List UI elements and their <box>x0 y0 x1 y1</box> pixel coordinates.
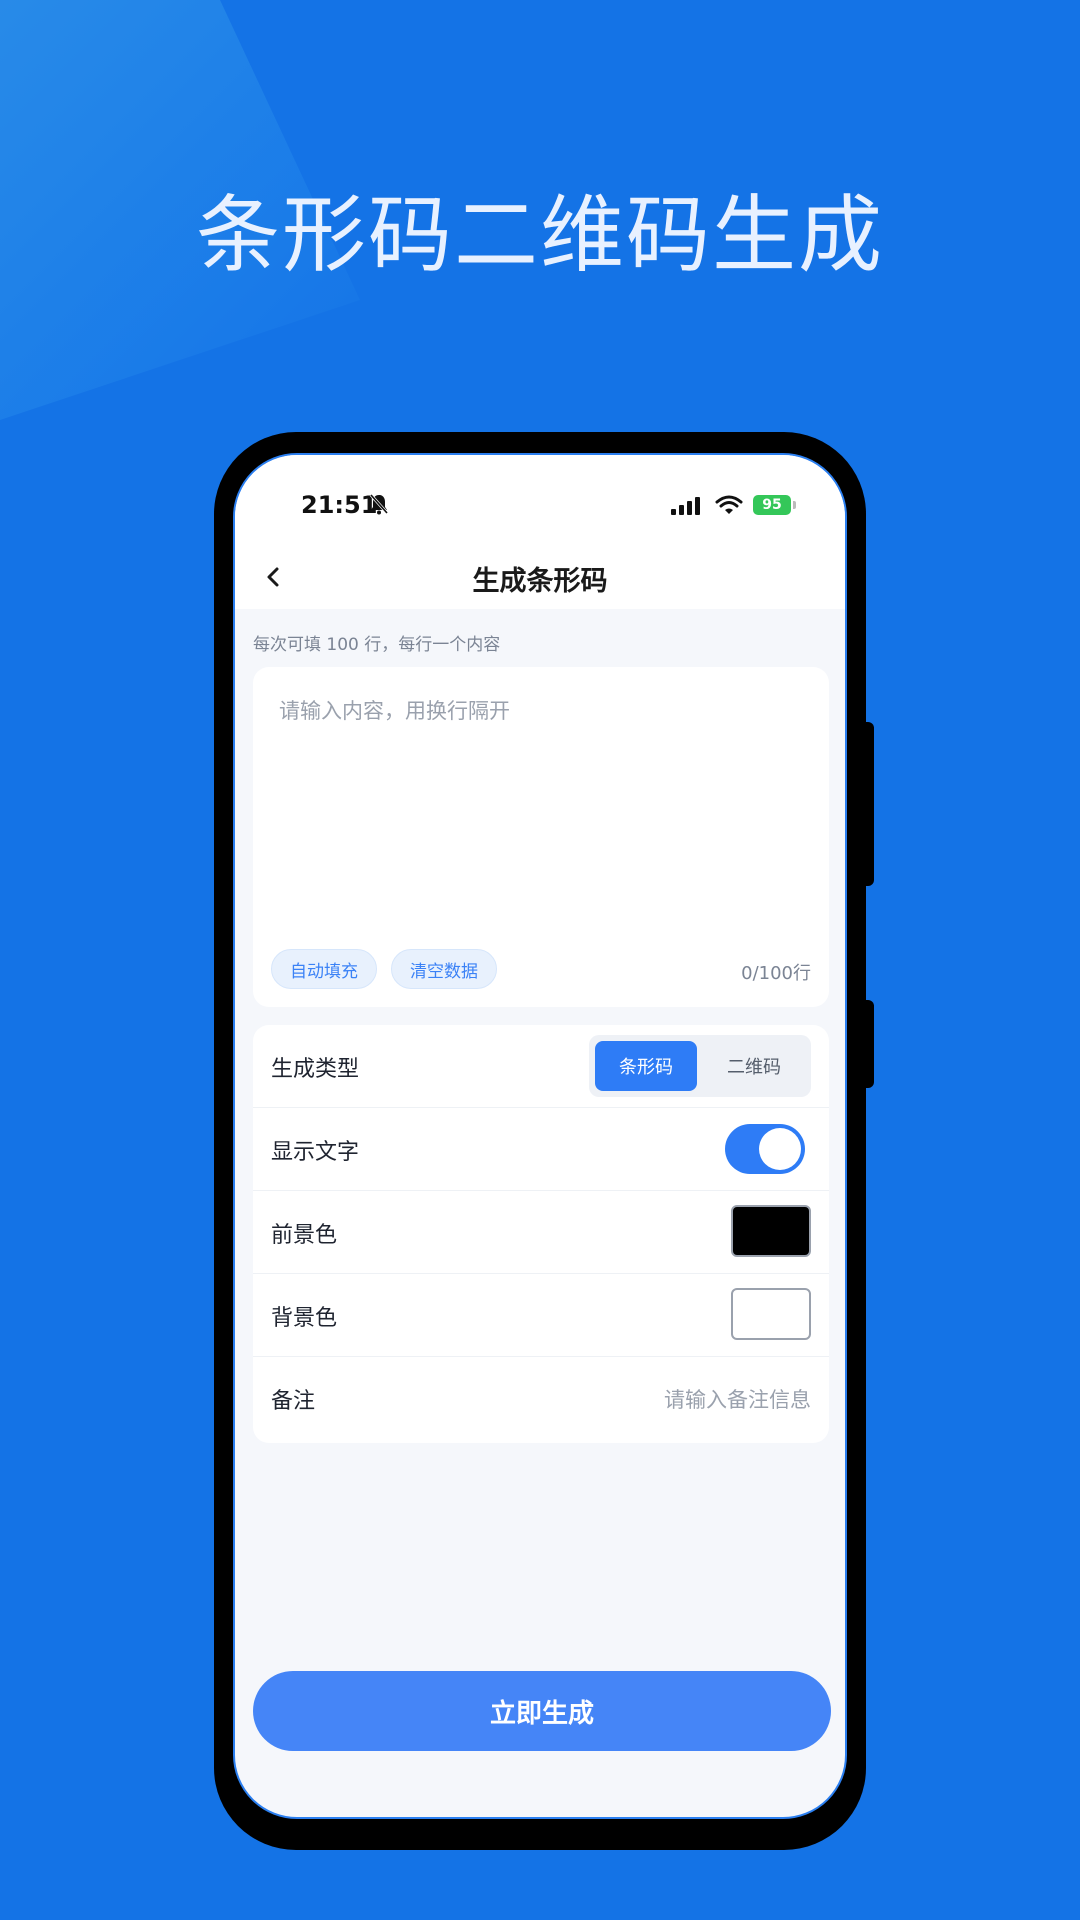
content-textarea[interactable]: 请输入内容，用换行隔开 <box>279 695 799 725</box>
background-color-swatch[interactable] <box>731 1288 811 1340</box>
segment-qrcode[interactable]: 二维码 <box>703 1041 805 1091</box>
clear-data-button[interactable]: 清空数据 <box>391 949 497 989</box>
row-show-text: 显示文字 <box>253 1108 829 1191</box>
wifi-icon <box>715 495 743 514</box>
page-title: 生成条形码 <box>472 566 608 597</box>
generate-type-label: 生成类型 <box>271 1057 360 1082</box>
type-segmented-control: 条形码 二维码 <box>589 1035 811 1097</box>
battery-indicator: 95 <box>753 495 791 515</box>
bell-muted-icon <box>369 494 389 515</box>
status-bar: 21:51 95 <box>235 455 845 545</box>
background-color-label: 背景色 <box>271 1306 338 1331</box>
row-note: 备注 请输入备注信息 <box>253 1357 829 1440</box>
phone-screen: 21:51 95 生成条形码 每次可填 100 行，每行一个内容 请输入内容，用… <box>233 453 847 1819</box>
show-text-toggle[interactable] <box>725 1124 805 1174</box>
row-foreground-color: 前景色 <box>253 1191 829 1274</box>
toggle-knob <box>759 1128 801 1170</box>
row-background-color: 背景色 <box>253 1274 829 1357</box>
segment-barcode[interactable]: 条形码 <box>595 1041 697 1091</box>
foreground-color-label: 前景色 <box>271 1223 338 1248</box>
promo-title: 条形码二维码生成 <box>195 186 884 284</box>
generate-button[interactable]: 立即生成 <box>253 1671 831 1751</box>
note-label: 备注 <box>271 1389 316 1414</box>
cellular-signal-icon <box>671 497 700 515</box>
show-text-label: 显示文字 <box>271 1140 360 1165</box>
foreground-color-swatch[interactable] <box>731 1205 811 1257</box>
navigation-bar: 生成条形码 <box>235 545 845 609</box>
content-input-card: 请输入内容，用换行隔开 自动填充 清空数据 0/100行 <box>253 667 829 1007</box>
auto-fill-button[interactable]: 自动填充 <box>271 949 377 989</box>
settings-card: 生成类型 条形码 二维码 显示文字 前景色 背景色 备注 请输入备注信息 <box>253 1025 829 1443</box>
battery-cap <box>793 501 796 509</box>
input-hint: 每次可填 100 行，每行一个内容 <box>253 635 501 655</box>
row-generate-type: 生成类型 条形码 二维码 <box>253 1025 829 1108</box>
note-input[interactable]: 请输入备注信息 <box>664 1384 811 1414</box>
status-time: 21:51 <box>301 491 378 519</box>
line-counter: 0/100行 <box>741 963 811 984</box>
